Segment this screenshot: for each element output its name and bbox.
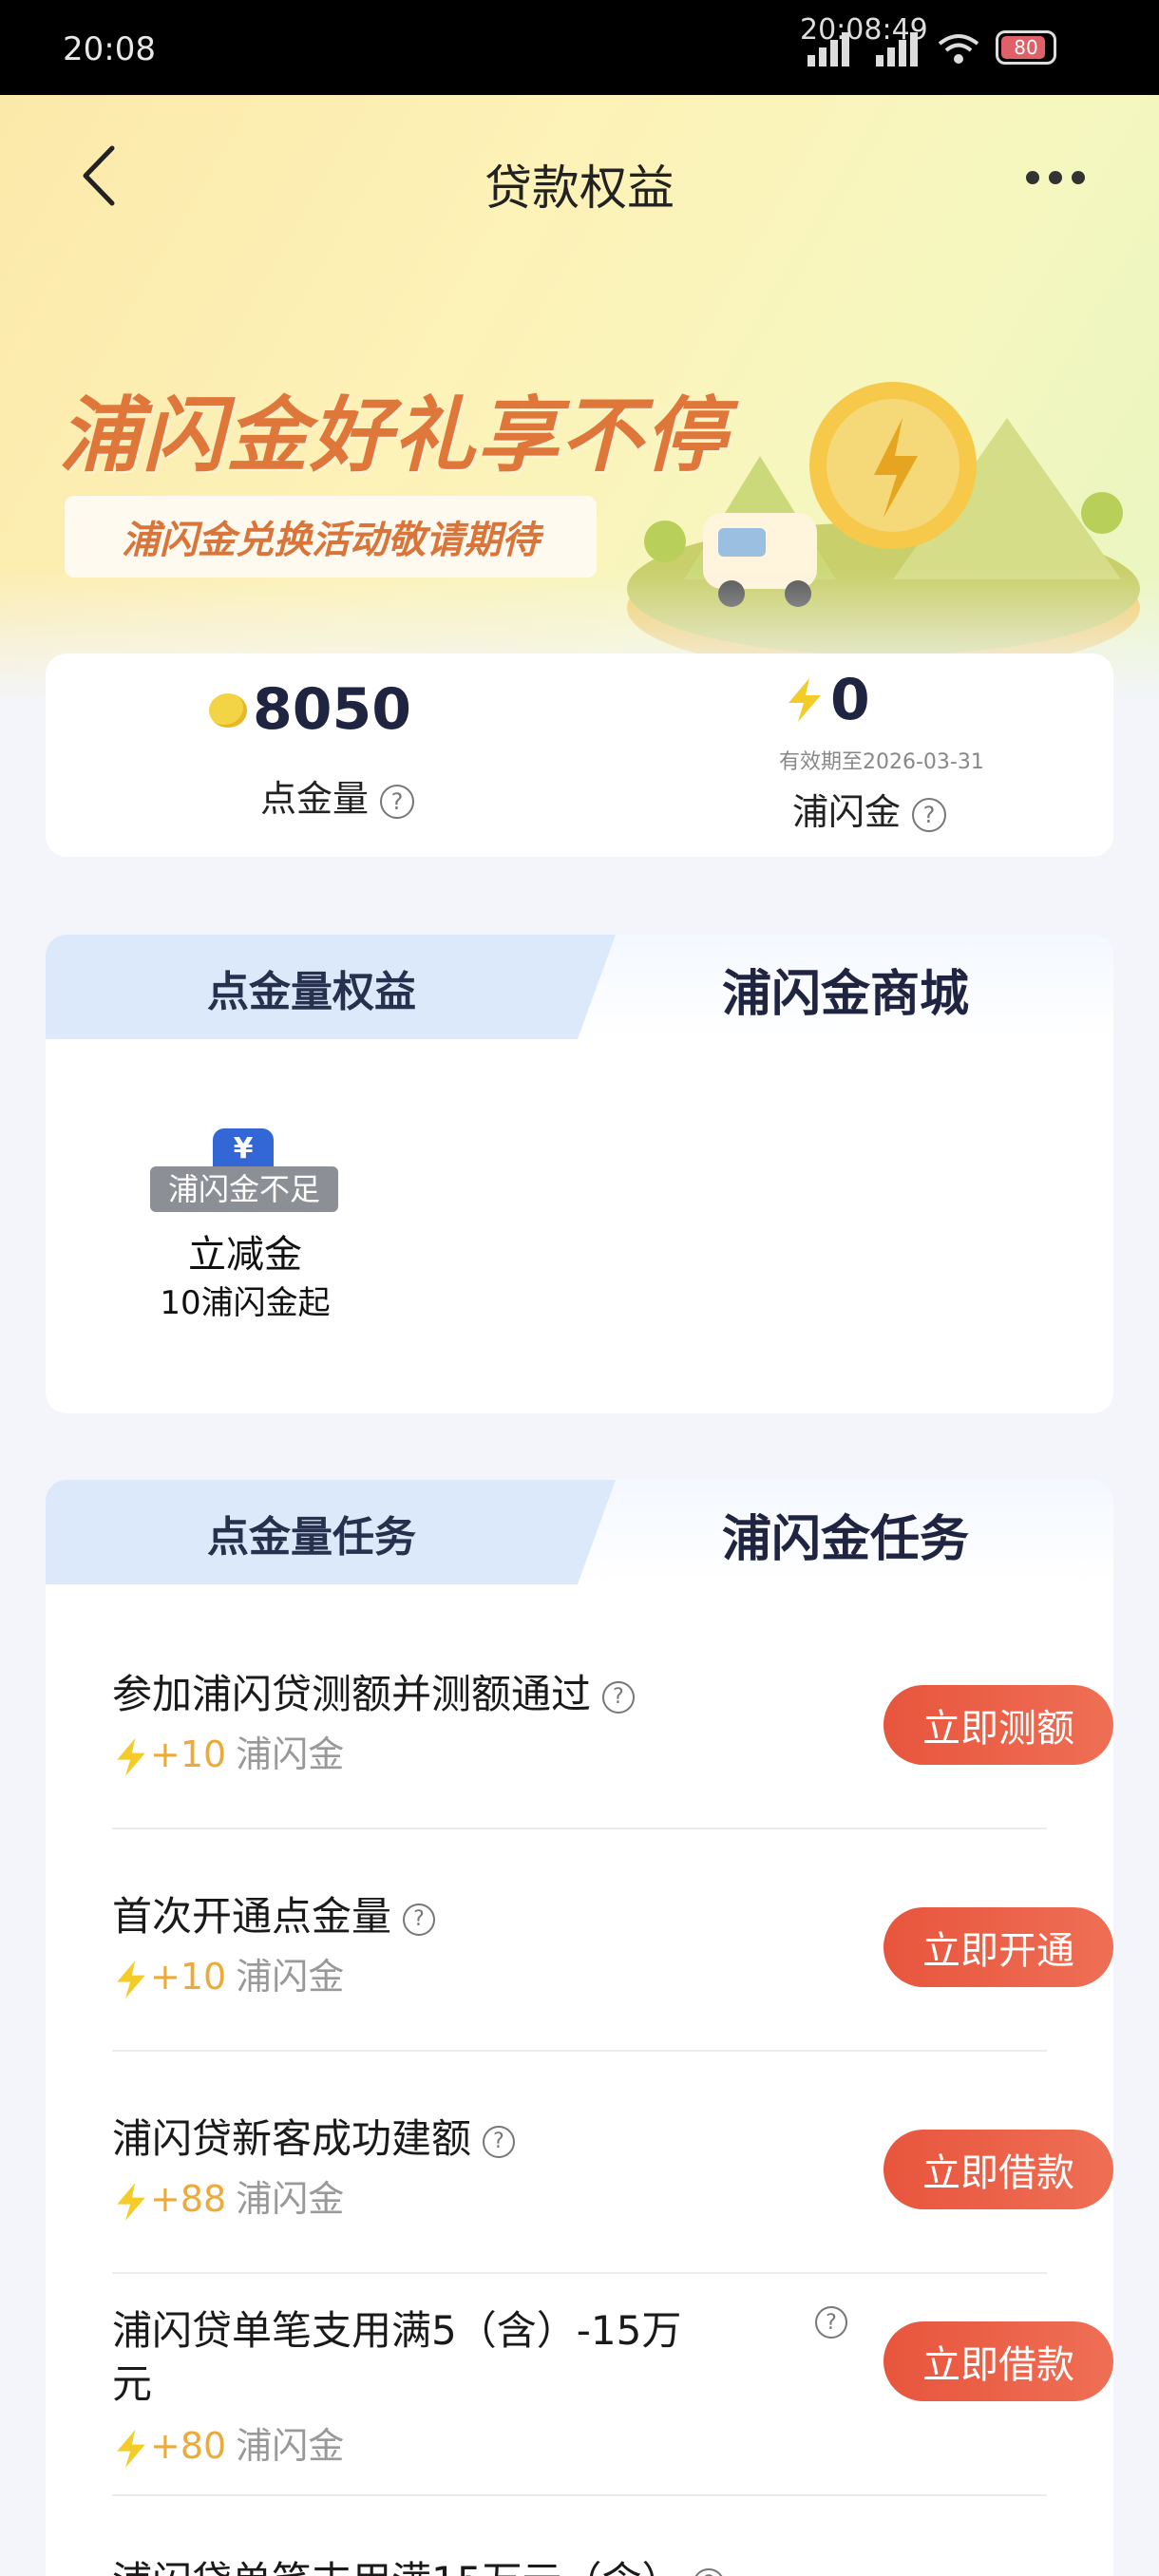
tab-points-tasks[interactable]: 点金量任务 — [46, 1480, 616, 1584]
shop-item-name: 立减金 — [188, 1233, 302, 1277]
hero-banner: 贷款权益 浦闪金好礼享不停 浦闪金兑换活动敬请期待 — [0, 95, 1159, 703]
task-title-row: 参加浦闪贷测额并测额通过? — [112, 1662, 636, 1720]
task-reward: +80 浦闪金 — [112, 2416, 344, 2470]
battery-level: 80 — [1014, 36, 1038, 59]
help-icon[interactable]: ? — [483, 2125, 516, 2158]
coin-icon — [209, 693, 247, 728]
task-item: 首次开通点金量? +10 浦闪金 立即开通 — [112, 1885, 1113, 2036]
points-label-row: 点金量? — [260, 769, 415, 822]
task-item: 浦闪贷单笔支用满15万元（含）? — [112, 2549, 1094, 2576]
tab-label: 点金量权益 — [207, 968, 416, 1016]
status-time: 20:08 — [63, 30, 156, 68]
task-reward: +88 浦闪金 — [112, 2169, 344, 2223]
reward-unit: 浦闪金 — [236, 2178, 345, 2220]
signal-icon — [798, 28, 853, 66]
divider — [112, 2272, 1047, 2274]
insufficient-badge: 浦闪金不足 — [150, 1166, 338, 1212]
balance-card: 8050 点金量? 0 有效期至2026-03-31 浦闪金? — [46, 653, 1113, 857]
more-icon[interactable] — [1026, 171, 1085, 184]
help-icon[interactable]: ? — [380, 784, 415, 819]
task-item: 浦闪贷新客成功建额? +88 浦闪金 立即借款 — [112, 2107, 1113, 2259]
task-title-row: 浦闪贷新客成功建额? — [112, 2107, 516, 2165]
page-title: 贷款权益 — [484, 161, 674, 216]
task-action-button[interactable]: 立即借款 — [884, 2321, 1113, 2401]
points-label: 点金量 — [260, 778, 370, 820]
task-action-button[interactable]: 立即借款 — [884, 2130, 1113, 2209]
tab-label: 点金量任务 — [207, 1513, 416, 1562]
reward-unit: 浦闪金 — [236, 2425, 345, 2467]
task-action-button[interactable]: 立即开通 — [884, 1907, 1113, 1987]
task-title: 浦闪贷单笔支用满5（含）-15万 — [112, 2307, 682, 2354]
task-tabs: 点金量任务 浦闪金任务 — [46, 1480, 1113, 1584]
tab-label: 浦闪金任务 — [721, 1511, 969, 1568]
task-title: 浦闪贷新客成功建额 — [112, 2115, 472, 2162]
task-item: 参加浦闪贷测额并测额通过? +10 浦闪金 立即测额 — [112, 1662, 1113, 1814]
status-icons: 80 — [798, 28, 1056, 66]
reward-amount: +10 — [150, 1956, 227, 1998]
task-card: 点金量任务 浦闪金任务 参加浦闪贷测额并测额通过? +10 浦闪金 立即测额 首次… — [46, 1480, 1113, 2576]
task-title-row: 首次开通点金量? — [112, 1885, 436, 1942]
task-title-row: 浦闪贷单笔支用满15万元（含）? — [112, 2549, 726, 2576]
bolt-icon — [788, 678, 821, 722]
gold-expiry: 有效期至2026-03-31 — [779, 750, 984, 774]
task-reward: +10 浦闪金 — [112, 1947, 344, 2000]
bolt-icon — [117, 2182, 145, 2221]
reward-unit: 浦闪金 — [236, 1733, 345, 1775]
hero-ribbon: 浦闪金兑换活动敬请期待 — [65, 496, 597, 578]
task-title-cont: 元 — [112, 2360, 153, 2407]
shop-item-price: 10浦闪金起 — [160, 1284, 331, 1322]
gold-value: 0 — [830, 667, 870, 733]
reward-amount: +10 — [150, 1733, 227, 1775]
divider — [112, 2050, 1047, 2052]
task-action-button[interactable]: 立即测额 — [884, 1685, 1113, 1765]
gold-label-row: 浦闪金? — [792, 783, 947, 835]
rights-tabs: 点金量权益 浦闪金商城 — [46, 935, 1113, 1039]
tab-gold-shop[interactable]: 浦闪金商城 — [578, 935, 1113, 1039]
task-item: 浦闪贷单笔支用满5（含）-15万 ? 元 +80 浦闪金 立即借款 — [112, 2299, 1113, 2508]
task-reward: +10 浦闪金 — [112, 1725, 344, 1778]
bolt-icon — [117, 1960, 145, 1998]
bolt-icon — [117, 2429, 145, 2468]
hero-illustration — [627, 382, 1140, 674]
help-icon[interactable]: ? — [693, 2567, 726, 2576]
gold-label: 浦闪金 — [792, 791, 902, 833]
task-title: 首次开通点金量 — [112, 1893, 392, 1940]
tab-gold-tasks[interactable]: 浦闪金任务 — [578, 1480, 1113, 1584]
wifi-icon — [938, 34, 979, 64]
task-title: 参加浦闪贷测额并测额通过 — [112, 1671, 592, 1717]
points-value: 8050 — [253, 676, 411, 743]
battery-icon: 80 — [996, 30, 1056, 65]
tab-label: 浦闪金商城 — [721, 966, 969, 1023]
reward-unit: 浦闪金 — [236, 1956, 345, 1998]
hero-subline: 浦闪金兑换活动敬请期待 — [122, 519, 540, 562]
divider — [112, 2494, 1047, 2496]
tab-points-rights[interactable]: 点金量权益 — [46, 935, 616, 1039]
help-icon[interactable]: ? — [912, 797, 947, 832]
reward-amount: +80 — [150, 2425, 227, 2467]
help-icon[interactable]: ? — [602, 1680, 636, 1714]
rights-card: 点金量权益 浦闪金商城 ¥ 浦闪金不足 立减金 10浦闪金起 — [46, 935, 1113, 1413]
help-icon[interactable]: ? — [815, 2306, 847, 2339]
divider — [112, 1828, 1047, 1829]
status-bar: 20:08 20:08:49 80 — [0, 0, 1159, 95]
task-title: 浦闪贷单笔支用满15万元（含） — [112, 2558, 681, 2576]
signal-icon — [866, 28, 922, 66]
reward-amount: +88 — [150, 2178, 227, 2220]
bolt-icon — [117, 1737, 145, 1776]
help-icon[interactable]: ? — [403, 1903, 436, 1936]
